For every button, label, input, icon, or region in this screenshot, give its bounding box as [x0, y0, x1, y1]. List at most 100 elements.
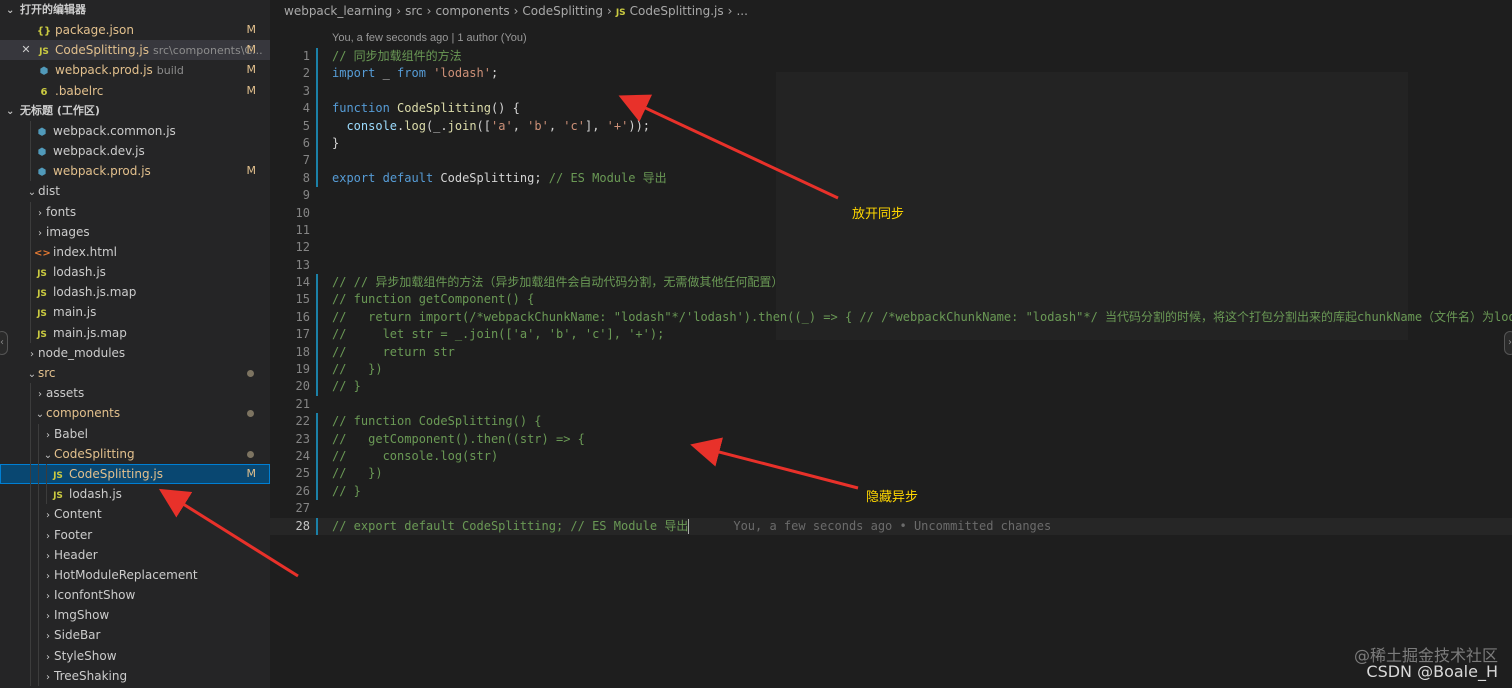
chevron-right-icon[interactable]: › [42, 648, 54, 666]
file-tree-item[interactable]: JS CodeSplitting.js M [0, 463, 270, 485]
chevron-right-icon[interactable]: › [34, 224, 46, 242]
code-line[interactable]: 8 export default CodeSplitting; // ES Mod… [270, 169, 1512, 188]
file-tree-item[interactable]: ⌄ CodeSplitting [0, 443, 270, 464]
file-tree-item[interactable]: JS main.js.map [0, 322, 270, 343]
code-line[interactable]: 25 // }) [270, 465, 1512, 483]
git-change-bar[interactable] [316, 326, 318, 344]
chevron-right-icon[interactable]: › [42, 587, 54, 605]
chevron-right-icon[interactable]: › [42, 547, 54, 565]
code-line[interactable]: 12 [270, 239, 1512, 256]
git-change-bar[interactable] [316, 308, 318, 327]
file-tree-item[interactable]: › TreeShaking [0, 665, 270, 686]
code-line[interactable]: 20 // } [270, 378, 1512, 396]
git-change-bar[interactable] [316, 65, 318, 83]
file-tree-item[interactable]: JS lodash.js [0, 262, 270, 283]
sidebar-scroll-handle[interactable]: ‹ [0, 331, 8, 355]
file-tree-item[interactable]: › StyleShow [0, 645, 270, 666]
code-line[interactable]: 28 // export default CodeSplitting; // ES… [270, 517, 1512, 535]
open-editor-item[interactable]: 6 .babelrc M [0, 81, 270, 101]
chevron-right-icon[interactable]: › [34, 385, 46, 403]
file-tree-item[interactable]: ⬢ webpack.prod.js M [0, 161, 270, 182]
code-line[interactable]: 5 console.log(_.join(['a', 'b', 'c'], '+… [270, 117, 1512, 135]
code-line[interactable]: 21 [270, 396, 1512, 413]
file-tree-item[interactable]: › Header [0, 544, 270, 565]
file-tree-item[interactable]: › IconfontShow [0, 585, 270, 606]
code-line[interactable]: 18 // return str [270, 343, 1512, 362]
file-tree-item[interactable]: › assets [0, 383, 270, 404]
git-change-bar[interactable] [316, 48, 318, 66]
open-editor-item[interactable]: ✕ JS CodeSplitting.js src\components\C... M [0, 40, 270, 61]
editor-scroll-handle[interactable]: › [1504, 331, 1512, 355]
git-change-bar[interactable] [316, 413, 318, 431]
close-icon[interactable]: ✕ [20, 40, 32, 60]
code-line[interactable]: 11 [270, 222, 1512, 239]
code-line[interactable]: 3 [270, 82, 1512, 101]
code-line[interactable]: 1 // 同步加载组件的方法 [270, 48, 1512, 66]
chevron-right-icon[interactable]: › [42, 567, 54, 585]
chevron-down-icon[interactable]: ⌄ [26, 365, 38, 383]
open-editors-header[interactable]: ⌄ 打开的编辑器 [0, 0, 270, 20]
git-change-bar[interactable] [316, 482, 318, 501]
git-change-bar[interactable] [316, 361, 318, 379]
git-change-bar[interactable] [316, 152, 318, 170]
code-line[interactable]: 6} [270, 134, 1512, 153]
git-change-bar[interactable] [316, 134, 318, 153]
chevron-down-icon[interactable]: ⌄ [42, 446, 54, 464]
file-tree-item[interactable]: › Content [0, 504, 270, 525]
git-change-bar[interactable] [316, 378, 318, 396]
git-change-bar[interactable] [316, 517, 318, 535]
breadcrumb-file[interactable]: CodeSplitting.js [630, 4, 724, 18]
code-line[interactable]: 2 import _ from 'lodash'; [270, 65, 1512, 83]
chevron-right-icon[interactable]: › [42, 527, 54, 545]
git-change-bar[interactable] [316, 100, 318, 118]
file-tree-item[interactable]: ⬢ webpack.common.js [0, 120, 270, 141]
code-line[interactable]: 24 // console.log(str) [270, 447, 1512, 466]
chevron-right-icon[interactable]: › [42, 607, 54, 625]
chevron-right-icon[interactable]: › [42, 426, 54, 444]
code-line[interactable]: 19 // }) [270, 361, 1512, 379]
code-line[interactable]: 13 [270, 257, 1512, 274]
code-line[interactable]: 9 [270, 187, 1512, 204]
git-change-bar[interactable] [316, 343, 318, 362]
file-tree-item[interactable]: ⬢ webpack.dev.js [0, 140, 270, 162]
chevron-down-icon[interactable]: ⌄ [34, 405, 46, 423]
file-tree-item[interactable]: › HotModuleReplacement [0, 564, 270, 586]
breadcrumb-item[interactable]: src [405, 4, 423, 18]
git-change-bar[interactable] [316, 117, 318, 135]
git-change-bar[interactable] [316, 430, 318, 448]
code-line[interactable]: 15 // function getComponent() { [270, 291, 1512, 309]
git-change-bar[interactable] [316, 465, 318, 483]
code-line[interactable]: 17 // let str = _.join(['a', 'b', 'c'], '… [270, 326, 1512, 344]
file-tree-item[interactable]: JS main.js [0, 302, 270, 323]
code-area[interactable]: 1 // 同步加载组件的方法 2 import _ from 'lodash'; 3 4 f… [270, 48, 1512, 535]
workspace-header[interactable]: ⌄ 无标题 (工作区) [0, 101, 270, 121]
chevron-right-icon[interactable]: › [34, 204, 46, 222]
open-editor-item[interactable]: ⬢ webpack.prod.js build M [0, 60, 270, 80]
chevron-right-icon[interactable]: › [42, 668, 54, 686]
open-editor-item[interactable]: {} package.json M [0, 20, 270, 40]
codelens-blame[interactable]: You, a few seconds ago | 1 author (You) [332, 32, 527, 44]
file-tree-item[interactable]: <> index.html [0, 241, 270, 263]
git-change-bar[interactable] [316, 274, 318, 292]
code-line[interactable]: 7 [270, 152, 1512, 170]
file-tree-item[interactable]: ⌄ components [0, 403, 270, 424]
file-tree-item[interactable]: › Babel [0, 423, 270, 444]
code-line[interactable]: 23 // getComponent().then((str) => { [270, 430, 1512, 448]
code-line[interactable]: 16 // return import(/*webpackChunkName: "… [270, 308, 1512, 327]
file-tree-item[interactable]: ⌄ src [0, 363, 270, 383]
code-line[interactable]: 4 function CodeSplitting() { [270, 100, 1512, 118]
chevron-right-icon[interactable]: › [42, 627, 54, 645]
chevron-right-icon[interactable]: › [42, 506, 54, 524]
code-line[interactable]: 22 // function CodeSplitting() { [270, 413, 1512, 431]
file-tree-item[interactable]: › fonts [0, 201, 270, 222]
file-tree-item[interactable]: JS lodash.js.map [0, 282, 270, 303]
file-tree-item[interactable]: JS lodash.js [0, 484, 270, 505]
git-change-bar[interactable] [316, 169, 318, 188]
file-tree-item[interactable]: ⌄ dist [0, 181, 270, 201]
file-tree-item[interactable]: › images [0, 221, 270, 242]
file-tree-item[interactable]: › node_modules [0, 343, 270, 363]
breadcrumb-item[interactable]: components [435, 4, 509, 18]
code-line[interactable]: 14 // // 异步加载组件的方法（异步加载组件会自动代码分割，无需做其他任何配… [270, 274, 1512, 292]
file-tree-item[interactable]: › SideBar [0, 625, 270, 646]
file-tree-item[interactable]: › ImgShow [0, 605, 270, 626]
